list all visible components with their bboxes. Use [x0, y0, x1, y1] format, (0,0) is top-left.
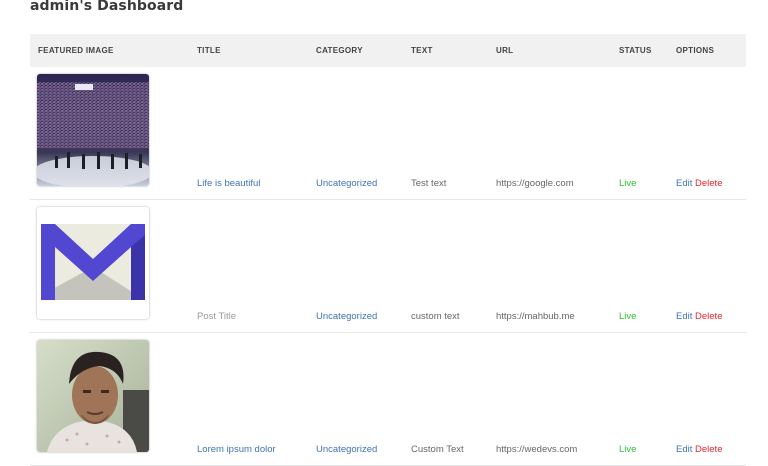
post-title-link[interactable]: Post Title	[197, 311, 236, 322]
delete-link[interactable]: Delete	[695, 178, 722, 189]
featured-image	[37, 340, 149, 452]
post-text: Test text	[411, 178, 447, 189]
table-header: FEATURED IMAGE TITLE CATEGORY TEXT URL S…	[30, 34, 746, 67]
header-featured-image: FEATURED IMAGE	[38, 46, 114, 55]
table-row: Life is beautiful Uncategorized Test tex…	[30, 67, 746, 200]
header-options: OPTIONS	[676, 46, 715, 55]
edit-link[interactable]: Edit	[676, 178, 692, 189]
category-link[interactable]: Uncategorized	[316, 444, 377, 455]
header-url: URL	[496, 46, 514, 55]
featured-image	[37, 207, 149, 319]
category-link[interactable]: Uncategorized	[316, 178, 377, 189]
post-title-link[interactable]: Life is beautiful	[197, 178, 260, 189]
crowd-photo	[37, 74, 149, 186]
gmail-envelope-logo	[37, 207, 149, 319]
status-badge: Live	[619, 444, 637, 455]
header-category: CATEGORY	[316, 46, 363, 55]
row-options: Edit Delete	[676, 444, 722, 455]
status-badge: Live	[619, 178, 637, 189]
posts-table: FEATURED IMAGE TITLE CATEGORY TEXT URL S…	[30, 34, 746, 466]
table-row: Lorem ipsum dolor Uncategorized Custom T…	[30, 333, 746, 466]
delete-link[interactable]: Delete	[695, 311, 722, 322]
status-badge: Live	[619, 311, 637, 322]
header-status: STATUS	[619, 46, 652, 55]
post-text: custom text	[411, 311, 460, 322]
portrait-photo	[37, 340, 149, 452]
row-options: Edit Delete	[676, 311, 722, 322]
post-title-link[interactable]: Lorem ipsum dolor	[197, 444, 276, 455]
post-url: https://wedevs.com	[496, 444, 578, 455]
delete-link[interactable]: Delete	[695, 444, 722, 455]
edit-link[interactable]: Edit	[676, 311, 692, 322]
page-title: admin's Dashboard	[30, 0, 184, 14]
header-title: TITLE	[197, 46, 221, 55]
edit-link[interactable]: Edit	[676, 444, 692, 455]
header-text: TEXT	[411, 46, 433, 55]
post-url: https://google.com	[496, 178, 574, 189]
featured-image	[37, 74, 149, 186]
post-url: https://mahbub.me	[496, 311, 575, 322]
row-options: Edit Delete	[676, 178, 722, 189]
category-link[interactable]: Uncategorized	[316, 311, 377, 322]
table-row: Post Title Uncategorized custom text htt…	[30, 200, 746, 333]
post-text: Custom Text	[411, 444, 464, 455]
